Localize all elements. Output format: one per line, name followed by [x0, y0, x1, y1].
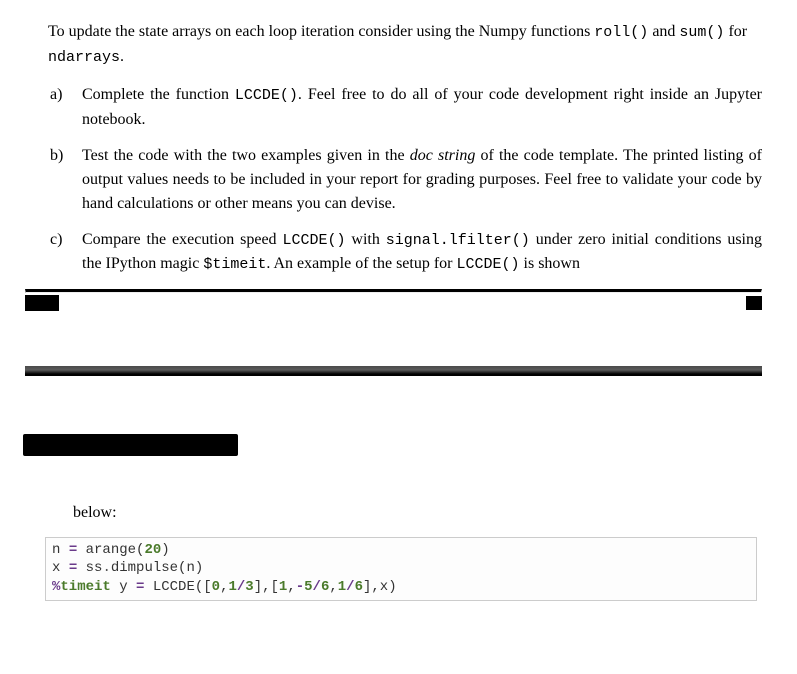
c-text-4: . An example of the setup for — [266, 255, 456, 272]
c3b: timeit — [60, 579, 110, 595]
list-item-b: b) Test the code with the two examples g… — [25, 144, 762, 216]
divider-section — [25, 289, 762, 311]
code-roll: roll() — [594, 24, 648, 41]
c3n3: 3 — [245, 579, 253, 595]
list-marker-c: c) — [25, 228, 82, 277]
below-label: below: — [73, 501, 762, 525]
a-text-1: Complete the function — [82, 86, 235, 103]
list-item-c: c) Compare the execution speed LCCDE() w… — [25, 228, 762, 277]
code-line-3: %timeit y = LCCDE([0,1/3],[1,-5/6,1/6],x… — [52, 578, 750, 597]
c3n8: 6 — [355, 579, 363, 595]
redaction-block — [23, 434, 762, 456]
c3n7: 1 — [338, 579, 346, 595]
list-item-a: a) Complete the function LCCDE(). Feel f… — [25, 83, 762, 132]
c3h: , — [287, 579, 295, 595]
c3j: , — [329, 579, 337, 595]
list-content-b: Test the code with the two examples give… — [82, 144, 762, 216]
c3g: ],[ — [254, 579, 279, 595]
c3l: ],x) — [363, 579, 397, 595]
c3c: y — [111, 579, 136, 595]
redaction-right — [746, 296, 762, 310]
code-line-1: n = arange(20) — [52, 541, 750, 560]
c2dot: . — [102, 560, 110, 576]
code-block: n = arange(20) x = ss.dimpulse(n) %timei… — [45, 537, 757, 602]
c2a: x — [52, 560, 69, 576]
c1c: ) — [161, 542, 169, 558]
b-text-1: Test the code with the two examples give… — [82, 147, 410, 164]
c1b: arange( — [77, 542, 144, 558]
list-content-c: Compare the execution speed LCCDE() with… — [82, 228, 762, 277]
b-italic-docstring: doc string — [410, 147, 476, 164]
c1num: 20 — [144, 542, 161, 558]
intro-text-4: . — [120, 48, 124, 65]
c-code-lccde2: LCCDE() — [457, 256, 520, 273]
code-ndarrays: ndarrays — [48, 49, 120, 66]
intro-text-1: To update the state arrays on each loop … — [48, 23, 594, 40]
intro-text-2: and — [648, 23, 679, 40]
c3n1: 0 — [212, 579, 220, 595]
c-code-timeit: $timeit — [203, 256, 266, 273]
c3i: / — [313, 579, 321, 595]
redaction-row-1 — [25, 295, 762, 311]
list-content-a: Complete the function LCCDE(). Feel free… — [82, 83, 762, 132]
c3n5: - — [296, 579, 304, 595]
gradient-divider — [25, 366, 762, 376]
c3d: LCCDE([ — [144, 579, 211, 595]
intro-text-3: for — [724, 23, 747, 40]
intro-paragraph: To update the state arrays on each loop … — [48, 20, 762, 69]
c2b: ss — [77, 560, 102, 576]
divider-line — [25, 289, 762, 293]
c3n2: 1 — [228, 579, 236, 595]
list-marker-b: b) — [25, 144, 82, 216]
c1op: = — [69, 542, 77, 558]
c-code-lfilter: signal.lfilter() — [386, 232, 530, 249]
a-code-lccde: LCCDE() — [235, 87, 298, 104]
c2c: dimpulse(n) — [111, 560, 203, 576]
list-marker-a: a) — [25, 83, 82, 132]
c3k: / — [346, 579, 354, 595]
c2op: = — [69, 560, 77, 576]
c3n5b: 5 — [304, 579, 312, 595]
c-text-2: with — [346, 231, 386, 248]
c-text-5: is shown — [520, 255, 580, 272]
c-text-1: Compare the execution speed — [82, 231, 282, 248]
code-sum: sum() — [679, 24, 724, 41]
redaction-scribble — [23, 434, 238, 456]
code-line-2: x = ss.dimpulse(n) — [52, 559, 750, 578]
c1a: n — [52, 542, 69, 558]
c-code-lccde1: LCCDE() — [282, 232, 345, 249]
redaction-left — [25, 295, 59, 311]
